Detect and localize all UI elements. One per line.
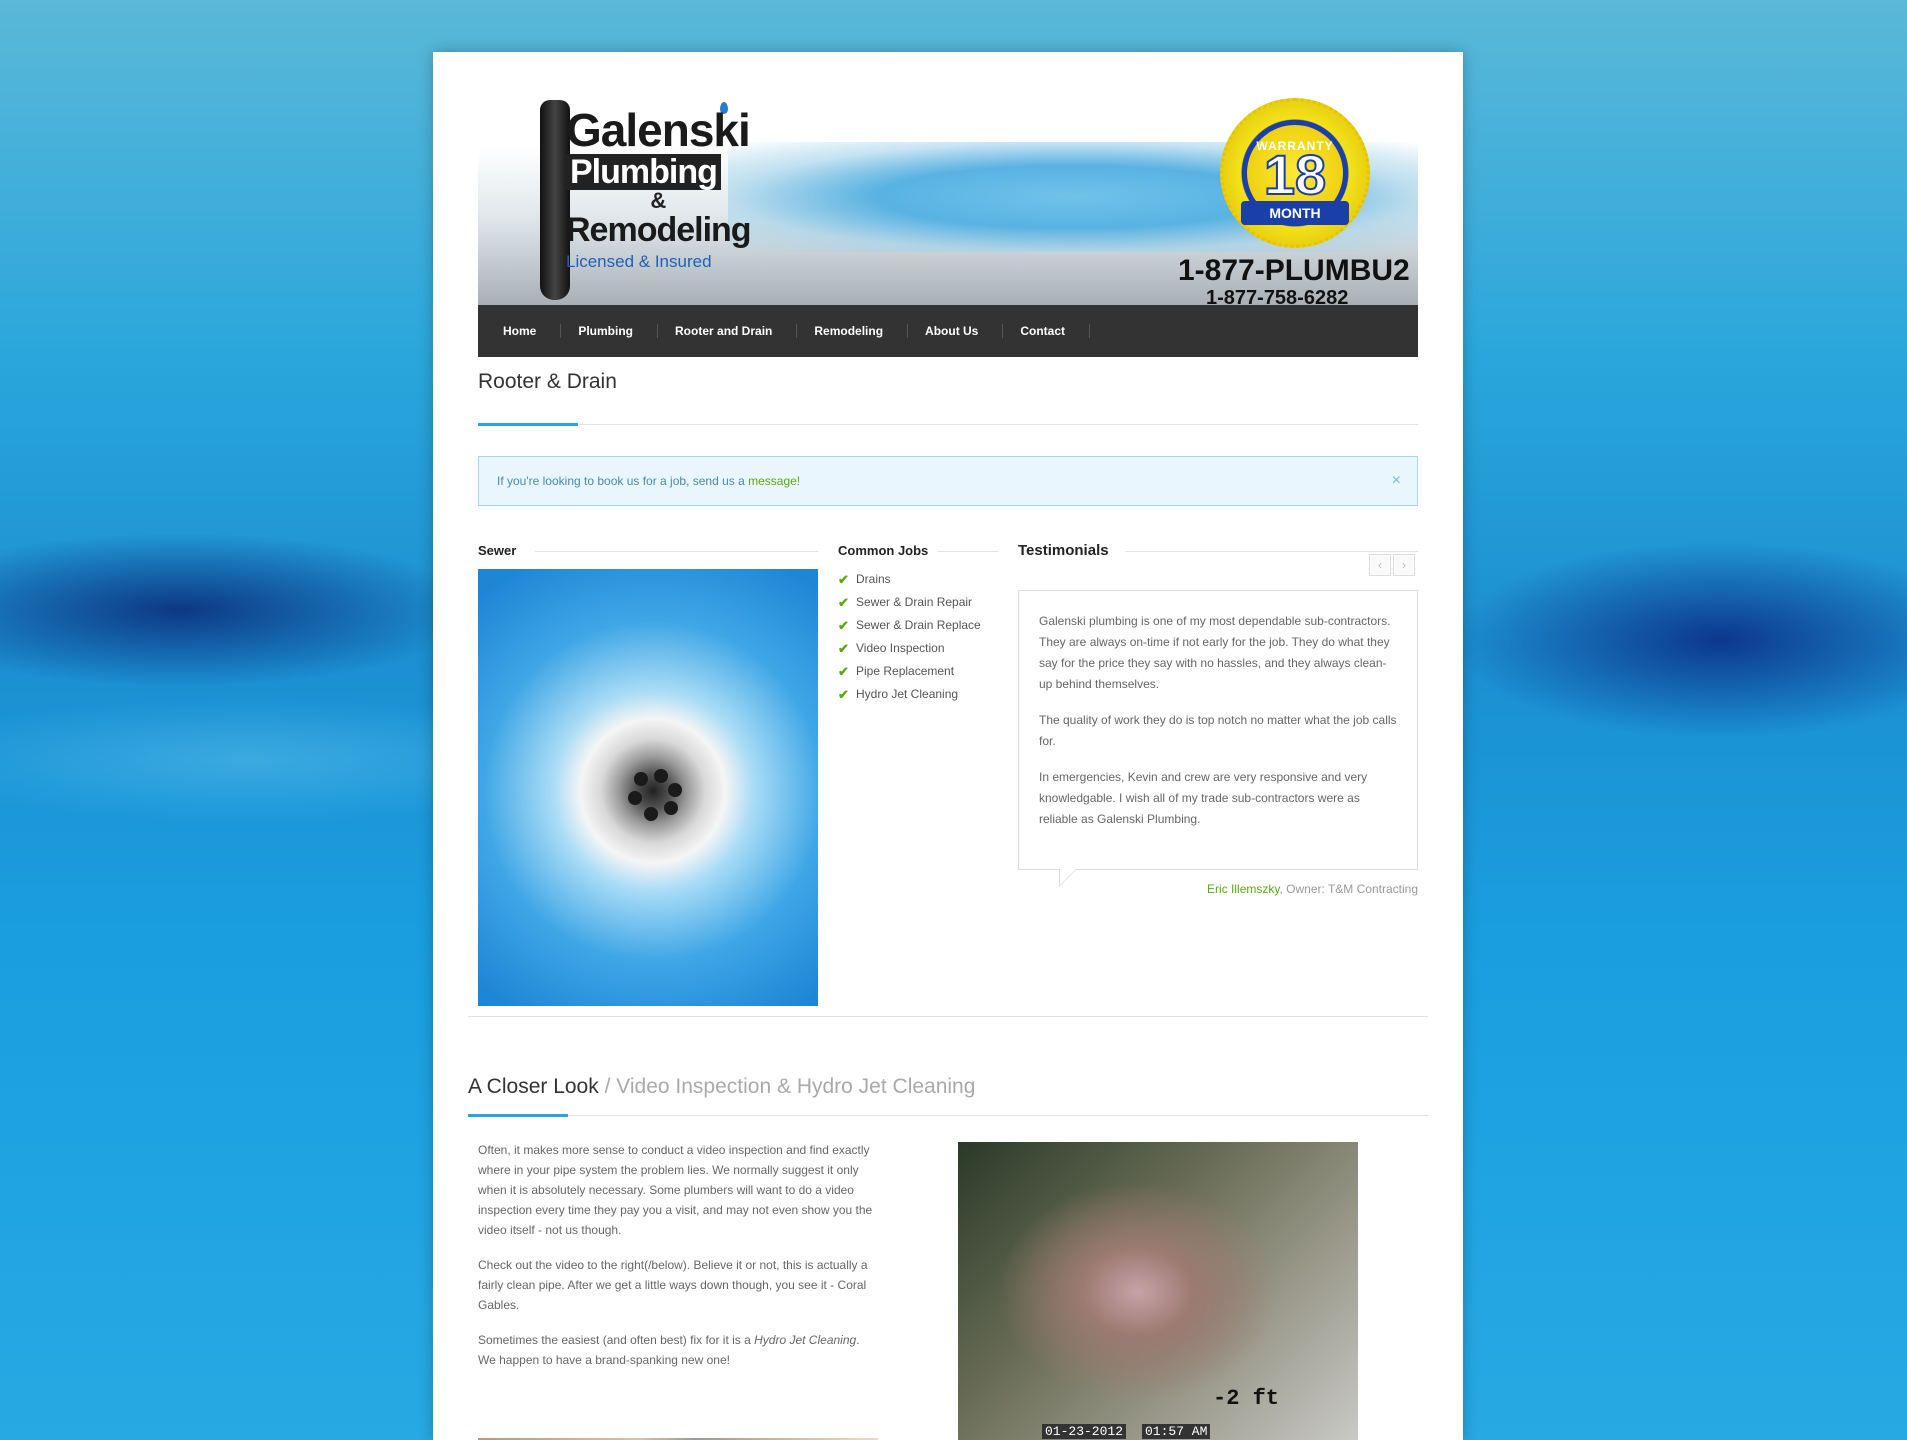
inspection-video[interactable]: -2 ft 01-23-2012 01:57 AM bbox=[958, 1142, 1358, 1440]
nav-home[interactable]: Home bbox=[488, 324, 562, 338]
list-item: ✔ Sewer & Drain Repair bbox=[838, 591, 981, 614]
job-label: Sewer & Drain Repair bbox=[856, 595, 973, 609]
drain-hole bbox=[664, 801, 678, 815]
close-icon[interactable]: × bbox=[1392, 457, 1401, 505]
author-role: , Owner: T&M Contracting bbox=[1279, 882, 1419, 896]
alert-text: If you're looking to book us for a job, … bbox=[497, 474, 749, 488]
logo-line-galenski: Galenski bbox=[566, 104, 751, 156]
common-jobs-heading: Common Jobs bbox=[838, 543, 929, 558]
drain-image bbox=[478, 569, 818, 1006]
phone-number: 1-877-758-6282 bbox=[1206, 287, 1349, 305]
header-banner: Galenski Plumbing & Remodeling Licensed … bbox=[478, 92, 1418, 305]
closer-look-paragraph: Often, it makes more sense to conduct a … bbox=[478, 1143, 873, 1237]
logo-ampersand: & bbox=[650, 188, 667, 213]
nav-contact[interactable]: Contact bbox=[1005, 324, 1091, 338]
job-label: Hydro Jet Cleaning bbox=[856, 687, 959, 701]
author-name[interactable]: Eric Illemszky bbox=[1207, 882, 1279, 896]
video-distance: -2 ft bbox=[1213, 1386, 1280, 1411]
drain-hole bbox=[644, 807, 658, 821]
closer-look-title: A Closer Look / Video Inspection & Hydro… bbox=[468, 1075, 975, 1099]
check-icon: ✔ bbox=[838, 595, 849, 610]
page-container: Galenski Plumbing & Remodeling Licensed … bbox=[433, 52, 1463, 1440]
title-divider bbox=[478, 424, 1418, 425]
common-jobs-heading-line bbox=[938, 551, 998, 552]
badge-month-ribbon: MONTH bbox=[1241, 201, 1349, 225]
sewer-heading-line bbox=[535, 551, 818, 552]
closer-look-accent-bar bbox=[468, 1114, 568, 1117]
closer-look-subtitle: / Video Inspection & Hydro Jet Cleaning bbox=[598, 1075, 976, 1098]
logo-line-remodeling: Remodeling bbox=[566, 211, 752, 249]
check-icon: ✔ bbox=[838, 664, 849, 679]
check-icon: ✔ bbox=[838, 618, 849, 633]
testimonials-heading: Testimonials bbox=[1018, 542, 1109, 559]
list-item: ✔ Hydro Jet Cleaning bbox=[838, 683, 981, 706]
testimonial-author: Eric Illemszky, Owner: T&M Contracting bbox=[1018, 882, 1418, 896]
testimonials-heading-line bbox=[1125, 551, 1418, 552]
info-alert: If you're looking to book us for a job, … bbox=[478, 456, 1418, 506]
list-item: ✔ Pipe Replacement bbox=[838, 660, 981, 683]
section-divider bbox=[468, 1016, 1428, 1017]
testimonial-paragraph: In emergencies, Kevin and crew are very … bbox=[1039, 770, 1368, 826]
drain-hole bbox=[634, 772, 648, 786]
testimonial-pager: ‹ › bbox=[1369, 554, 1415, 576]
video-date: 01-23-2012 bbox=[1042, 1424, 1127, 1439]
chevron-left-icon[interactable]: ‹ bbox=[1369, 554, 1391, 576]
nav-remodeling[interactable]: Remodeling bbox=[799, 324, 909, 338]
job-label: Sewer & Drain Replace bbox=[856, 618, 981, 632]
warranty-badge: WARRANTY 18 MONTH bbox=[1220, 98, 1370, 248]
check-icon: ✔ bbox=[838, 641, 849, 656]
closer-look-paragraph: Check out the video to the right(/below)… bbox=[478, 1258, 868, 1312]
list-item: ✔ Sewer & Drain Replace bbox=[838, 614, 981, 637]
check-icon: ✔ bbox=[838, 572, 849, 587]
common-jobs-list: ✔ Drains ✔ Sewer & Drain Repair ✔ Sewer & D… bbox=[838, 568, 981, 706]
closer-look-main: A Closer Look bbox=[468, 1075, 599, 1098]
closer-look-divider bbox=[468, 1115, 1428, 1116]
closer-look-body: Often, it makes more sense to conduct a … bbox=[478, 1140, 878, 1385]
logo-line-plumbing: Plumbing bbox=[566, 154, 721, 190]
job-label: Video Inspection bbox=[856, 641, 945, 655]
job-label: Drains bbox=[856, 572, 891, 586]
chevron-right-icon[interactable]: › bbox=[1393, 554, 1415, 576]
job-label: Pipe Replacement bbox=[856, 664, 955, 678]
drain-hole bbox=[654, 769, 668, 783]
drain-hole bbox=[628, 791, 642, 805]
check-icon: ✔ bbox=[838, 687, 849, 702]
testimonial-card: Galenski plumbing is one of my most depe… bbox=[1018, 590, 1418, 887]
logo-tagline: Licensed & Insured bbox=[566, 252, 712, 271]
closer-look-paragraph: Sometimes the easiest (and often best) f… bbox=[478, 1330, 878, 1370]
p3-pre: Sometimes the easiest (and often best) f… bbox=[478, 1333, 755, 1347]
nav-plumbing[interactable]: Plumbing bbox=[563, 324, 659, 338]
testimonial-paragraph: Galenski plumbing is one of my most depe… bbox=[1039, 614, 1391, 691]
page-title: Rooter & Drain bbox=[478, 370, 617, 393]
badge-number: 18 bbox=[1263, 143, 1327, 206]
title-accent-bar bbox=[478, 423, 578, 426]
video-time: 01:57 AM bbox=[1142, 1424, 1211, 1439]
nav-rooter-and-drain[interactable]: Rooter and Drain bbox=[660, 324, 798, 338]
testimonial-paragraph: The quality of work they do is top notch… bbox=[1039, 713, 1397, 748]
p3-emphasis: Hydro Jet Cleaning bbox=[754, 1333, 857, 1347]
alert-message-link[interactable]: message! bbox=[748, 474, 800, 488]
phone-vanity: 1-877-PLUMBU2 bbox=[1178, 254, 1410, 287]
site-logo[interactable]: Galenski Plumbing & Remodeling Licensed … bbox=[566, 104, 752, 272]
nav-about-us[interactable]: About Us bbox=[910, 324, 1004, 338]
sewer-heading: Sewer bbox=[478, 543, 517, 558]
list-item: ✔ Video Inspection bbox=[838, 637, 981, 660]
list-item: ✔ Drains bbox=[838, 568, 981, 591]
main-nav: Home Plumbing Rooter and Drain Remodelin… bbox=[478, 305, 1418, 357]
drain-hole bbox=[668, 783, 682, 797]
